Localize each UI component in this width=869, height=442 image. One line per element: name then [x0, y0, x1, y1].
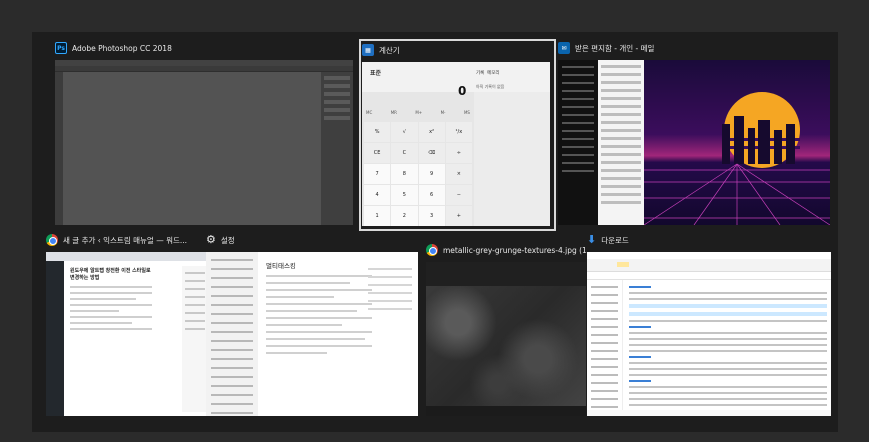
window-thumbnail: 멀티태스킹 [206, 252, 418, 416]
calculator-icon: ▦ [362, 44, 374, 56]
calc-key: 4 [364, 185, 391, 205]
calc-key: CE [364, 143, 391, 163]
keypad: % √ x² ¹/x CE C ⌫ ÷ 7 8 9 × 4 5 6 − 1 2 … [364, 122, 472, 226]
calc-key: 5 [391, 185, 418, 205]
ribbon [587, 252, 831, 272]
side-panels [321, 72, 353, 225]
window-thumbnail [587, 252, 831, 416]
grunge-texture-image [426, 286, 586, 408]
window-image-viewer[interactable]: metallic-grey-grunge-textures-4.jpg (1..… [426, 244, 594, 416]
address-bar [587, 272, 831, 280]
calc-key: ¹/x [445, 122, 472, 142]
browser-toolbar [426, 262, 586, 286]
calc-key: × [445, 164, 472, 184]
calc-key: ÷ [445, 143, 472, 163]
calc-key: % [364, 122, 391, 142]
window-title: 다운로드 [601, 235, 629, 245]
admin-sidebar [46, 261, 64, 416]
window-thumbnail [426, 262, 586, 416]
window-downloads-explorer[interactable]: ⬇ 다운로드 [587, 234, 831, 416]
window-title: metallic-grey-grunge-textures-4.jpg (1..… [443, 245, 594, 255]
window-title-bar: ✉ 받은 편지함 - 개인 - 메일 [558, 40, 654, 56]
file-list [625, 282, 831, 416]
window-title-bar: Ps Adobe Photoshop CC 2018 [55, 40, 172, 56]
memory-key: MS [463, 110, 470, 115]
mail-sidebar [558, 60, 598, 225]
calc-key: 9 [418, 164, 445, 184]
calc-key: 7 [364, 164, 391, 184]
window-photoshop[interactable]: Ps Adobe Photoshop CC 2018 [55, 42, 353, 225]
gear-icon: ⚙ [206, 233, 216, 246]
window-title-bar: ▦ 계산기 [362, 42, 400, 58]
calculator-mode: 표준 [370, 70, 382, 77]
photoshop-icon: Ps [55, 42, 67, 54]
download-icon: ⬇ [587, 233, 597, 246]
memory-key: MR [390, 110, 397, 115]
window-title: 받은 편지함 - 개인 - 메일 [575, 43, 655, 53]
calc-key: C [391, 143, 418, 163]
tool-panel [55, 72, 63, 225]
window-calculator[interactable]: ▦ 계산기 표준 기록 메모리 아직 기록이 없음 0 MC MR M+ M- … [359, 39, 556, 231]
post-title: 윈도우에 알트탭 창전환 이전 스타일로 변경하는 방법 [70, 268, 151, 281]
window-title: 새 글 추가 ‹ 익스트림 매뉴얼 — 워드... [63, 235, 188, 245]
history-empty-text: 아직 기록이 없음 [476, 84, 505, 89]
window-title-bar: ⬇ 다운로드 [587, 232, 629, 248]
history-tab: 기록 [476, 71, 485, 76]
window-title: 설정 [220, 235, 235, 245]
page-footer [426, 406, 586, 416]
window-thumbnail [558, 60, 830, 225]
task-view-overlay: Ps Adobe Photoshop CC 2018 ▦ 계산기 표준 기록 메… [32, 32, 838, 432]
calc-key: 1 [364, 206, 391, 226]
mail-icon: ✉ [558, 42, 570, 54]
history-tabs: 기록 메모리 [476, 70, 500, 76]
memory-tab: 메모리 [487, 71, 500, 76]
memory-key: M- [440, 110, 446, 115]
options-bar [55, 66, 353, 72]
history-panel [474, 92, 550, 226]
chrome-icon [426, 244, 438, 256]
calc-key: 8 [391, 164, 418, 184]
calc-key: 6 [418, 185, 445, 205]
window-title-bar: ⚙ 설정 [206, 232, 235, 248]
window-title: Adobe Photoshop CC 2018 [72, 43, 172, 53]
window-chrome-editor[interactable]: 새 글 추가 ‹ 익스트림 매뉴얼 — 워드... 윈도우에 알트탭 창전환 이… [46, 234, 212, 416]
memory-key: MC [366, 110, 373, 115]
browser-toolbar [46, 252, 212, 261]
window-title: 계산기 [379, 45, 400, 55]
memory-row: MC MR M+ M- MS [366, 110, 470, 115]
window-title-bar: metallic-grey-grunge-textures-4.jpg (1..… [426, 242, 594, 258]
window-thumbnail: 윈도우에 알트탭 창전환 이전 스타일로 변경하는 방법 [46, 252, 212, 416]
window-thumbnail: 표준 기록 메모리 아직 기록이 없음 0 MC MR M+ M- MS % √… [362, 62, 550, 226]
editor-content: 윈도우에 알트탭 창전환 이전 스타일로 변경하는 방법 [70, 268, 152, 330]
window-thumbnail [55, 60, 353, 225]
window-mail[interactable]: ✉ 받은 편지함 - 개인 - 메일 [558, 42, 830, 225]
chrome-icon [46, 234, 58, 246]
calc-key: 3 [418, 206, 445, 226]
window-title-bar: 새 글 추가 ‹ 익스트림 매뉴얼 — 워드... [46, 232, 187, 248]
calc-key: 2 [391, 206, 418, 226]
navigation-pane [587, 280, 623, 416]
mail-background-image [643, 60, 830, 225]
window-settings[interactable]: ⚙ 설정 멀티태스킹 [206, 234, 418, 416]
calculator-header: 표준 기록 메모리 아직 기록이 없음 0 [362, 62, 550, 98]
calc-key: − [445, 185, 472, 205]
message-list [598, 60, 644, 225]
calc-key: ⌫ [418, 143, 445, 163]
synthwave-city-image [643, 92, 830, 225]
memory-key: M+ [415, 110, 423, 115]
status-bar [587, 410, 831, 416]
calc-key: √ [391, 122, 418, 142]
calc-key: + [445, 206, 472, 226]
related-settings [368, 262, 412, 310]
calc-key: x² [418, 122, 445, 142]
settings-nav [206, 252, 258, 416]
calculator-display: 0 [458, 84, 467, 98]
settings-panel [182, 266, 208, 412]
